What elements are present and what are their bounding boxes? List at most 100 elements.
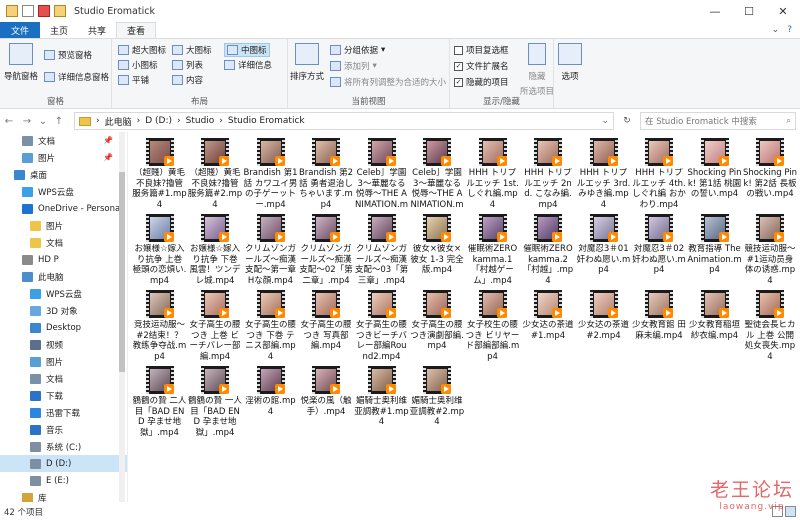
file-item[interactable]: 女子高生の腰つき 下巻 テニス部編.mp4 xyxy=(243,286,298,362)
file-item[interactable]: 少女达の茶道#1.mp4 xyxy=(521,286,576,361)
file-item[interactable]: HHH トリプルエッチ 2nd. こなみ編.mp4 xyxy=(521,134,576,210)
group-by-button[interactable]: 分组依据 ▾ xyxy=(330,44,385,56)
checkbox-checked[interactable]: ✓ xyxy=(454,61,463,71)
file-item[interactable]: HHH トリプルエッチ 4th. しぐれ編 おかわり.mp4 xyxy=(632,134,687,210)
nav-item[interactable]: 3D 对象 xyxy=(0,302,127,319)
address-dropdown-icon[interactable]: ⌄ xyxy=(601,116,609,126)
file-item[interactable]: 少女教育稲垣紗衣编.mp4 xyxy=(687,286,742,361)
file-item[interactable]: 鶴鶴の贄 二人目「BAD END 孕ませ地獄」.mp4 xyxy=(132,362,187,438)
nav-item[interactable]: 桌面 xyxy=(0,166,127,183)
nav-item[interactable]: WPS云盘 xyxy=(0,183,127,200)
nav-item[interactable]: 文档 xyxy=(0,370,127,387)
fit-columns-button[interactable]: 将所有列调整为合适的大小 xyxy=(330,76,446,88)
search-box[interactable]: 在 Studio Eromatick 中搜索 ⌕ xyxy=(640,112,796,130)
file-item[interactable]: 女子高生の腰つき 写真部編.mp4 xyxy=(299,286,354,361)
details-pane-button[interactable]: 详细信息窗格 xyxy=(44,71,109,83)
file-item[interactable]: お嬢様☆嫁入り抗争 上巻 極頭の恋煩い.mp4 xyxy=(132,210,187,286)
nav-item[interactable]: OneDrive - Personal xyxy=(0,200,127,217)
file-item[interactable]: Shocking Pink! 第1話 桃園の誓い.mp4 xyxy=(687,134,742,209)
nav-item[interactable]: Desktop xyxy=(0,319,127,336)
file-extensions-toggle[interactable]: ✓ 文件扩展名 xyxy=(454,60,509,72)
nav-item[interactable]: HD P xyxy=(0,251,127,268)
nav-item[interactable]: WPS云盘 xyxy=(0,285,127,302)
undo-icon[interactable] xyxy=(38,5,50,17)
nav-scrollbar[interactable] xyxy=(119,132,125,502)
file-item[interactable]: （超賤）黄毛不良妹?擼管服务篇#1.mp4 xyxy=(132,134,187,210)
item-checkboxes-toggle[interactable]: 项目复选框 xyxy=(454,44,509,56)
nav-item[interactable]: D (D:) xyxy=(0,455,127,472)
small-icons-option[interactable]: 小图标 xyxy=(118,59,158,71)
file-item[interactable]: 女子校生の腰つき ビリヤード部編部編.mp4 xyxy=(465,286,520,362)
breadcrumb-d-drive[interactable]: D (D:) xyxy=(145,116,172,126)
nav-item[interactable]: 音乐 xyxy=(0,421,127,438)
file-item[interactable]: Brandish 第1話 カワユイ男の子ゲーットー.mp4 xyxy=(243,134,298,210)
file-item[interactable]: Shocking Pink! 第2話 長板の戦い.mp4 xyxy=(743,134,798,209)
breadcrumb-current[interactable]: Studio Eromatick xyxy=(228,116,305,126)
options-button[interactable]: 选项 xyxy=(558,43,582,82)
new-folder-icon[interactable] xyxy=(54,5,66,17)
file-item[interactable]: 教育指導 The Animation.mp4 xyxy=(687,210,742,285)
address-bar[interactable]: › 此电脑 › D (D:) › Studio › Studio Eromati… xyxy=(74,112,614,130)
back-arrow-icon[interactable]: ← xyxy=(0,116,18,127)
tab-file[interactable]: 文件 xyxy=(0,22,40,38)
file-item[interactable]: 媚騎士奥利维亚調教#1.mp4 xyxy=(354,362,409,437)
file-item[interactable]: Celeb］学園3～華麗なる悦辱～THE ANIMATION.mp4 xyxy=(410,134,465,210)
file-item[interactable]: 少女教育館 田麻未编.mp4 xyxy=(632,286,687,361)
nav-item[interactable]: 库 xyxy=(0,489,127,502)
nav-item[interactable]: 迅雷下载 xyxy=(0,404,127,421)
close-button[interactable]: ✕ xyxy=(766,0,800,22)
file-item[interactable]: 催眠術ZERO kamma.2「村越」.mp4 xyxy=(521,210,576,286)
sort-by-button[interactable]: 排序方式 xyxy=(290,43,324,82)
nav-item[interactable]: 图片 xyxy=(0,217,127,234)
file-item[interactable]: クリムゾンガールズ～痴漢支配～02「第二章」.mp4 xyxy=(299,210,354,286)
preview-pane-button[interactable]: 预览窗格 xyxy=(44,49,92,61)
forward-arrow-icon[interactable]: → xyxy=(18,116,36,127)
tab-share[interactable]: 共享 xyxy=(78,22,116,38)
file-item[interactable]: 媚騎士奥利维亚調教#2.mp4 xyxy=(410,362,465,437)
file-item[interactable]: 女子高生の腰つき 上巻 ビーチバレー部編.mp4 xyxy=(188,286,243,362)
nav-item[interactable]: 下载 xyxy=(0,387,127,404)
file-item[interactable]: 競技运动服～#1运动员身体の诱惑.mp4 xyxy=(743,210,798,286)
file-item[interactable]: 鶴鶴の贄 一人目「BAD END 孕ませ地獄」.mp4 xyxy=(188,362,243,438)
checkbox-checked[interactable]: ✓ xyxy=(454,77,463,87)
file-item[interactable]: お嬢様☆嫁入り抗争 下巻 風雲！ツンデレ城.mp4 xyxy=(188,210,243,286)
file-item[interactable]: 聖徒会長ヒカル 上巻 公開処女喪失.mp4 xyxy=(743,286,798,362)
file-item[interactable]: HHH トリプルエッチ 1st. しぐれ編.mp4 xyxy=(465,134,520,210)
checkbox-unchecked[interactable] xyxy=(454,45,463,55)
xl-icons-option[interactable]: 超大图标 xyxy=(118,44,166,56)
search-input[interactable]: 在 Studio Eromatick 中搜索 xyxy=(645,115,757,127)
breadcrumb-studio[interactable]: Studio xyxy=(186,116,215,126)
maximize-button[interactable]: ☐ xyxy=(732,0,766,22)
refresh-icon[interactable]: ↻ xyxy=(618,112,636,130)
nav-item[interactable]: E (E:) xyxy=(0,472,127,489)
breadcrumb-this-pc[interactable]: 此电脑 xyxy=(105,115,132,128)
file-item[interactable]: HHH トリプルエッチ 3rd. みゆき編.mp4 xyxy=(576,134,631,210)
properties-icon[interactable] xyxy=(22,5,34,17)
file-item[interactable]: 彼女×彼女×彼女 1-3 完全版.mp4 xyxy=(410,210,465,285)
file-item[interactable]: Brandish 第2話 勇者退治しちゃいます.mp4 xyxy=(299,134,354,210)
file-item[interactable]: 対魔忍3＃02奸わぬ愿い.mp4 xyxy=(632,210,687,285)
file-item[interactable]: 悦楽の風（触手）.mp4 xyxy=(299,362,354,437)
nav-pane-button[interactable]: 导航窗格 xyxy=(4,43,38,82)
file-item[interactable]: Celeb］学園3～華麗なる悦辱～THE ANIMATION.mp4 xyxy=(354,134,409,210)
collapse-ribbon-icon[interactable]: ⌄ xyxy=(772,25,780,35)
hide-selected-button[interactable]: 隐藏 所选项目 xyxy=(520,43,554,97)
details-option[interactable]: 详细信息 xyxy=(224,59,272,71)
tab-home[interactable]: 主页 xyxy=(40,22,78,38)
nav-item[interactable]: 视频 xyxy=(0,336,127,353)
nav-item[interactable]: 此电脑 xyxy=(0,268,127,285)
recent-locations-icon[interactable]: ⌄ xyxy=(36,116,50,127)
file-item[interactable]: クリムゾンガールズ～痴漢支配～第一章 Hな顔.mp4 xyxy=(243,210,298,286)
help-icon[interactable]: ? xyxy=(787,25,792,35)
file-item[interactable]: 少女达の茶道#2.mp4 xyxy=(576,286,631,361)
file-item[interactable]: 対魔忍3＃01奸わぬ愿い.mp4 xyxy=(576,210,631,285)
file-item[interactable]: 女子高生の腰つきビーチバレー部編Round2.mp4 xyxy=(354,286,409,362)
file-item[interactable]: クリムゾンガールズ～痴漢支配～03「第三章」.mp4 xyxy=(354,210,409,286)
nav-item[interactable]: 文档 📌 xyxy=(0,132,127,149)
file-item[interactable]: 催眠術ZERO kamma.1「村越ゲーム」.mp4 xyxy=(465,210,520,286)
up-arrow-icon[interactable]: ↑ xyxy=(50,116,68,127)
nav-item[interactable]: 系统 (C:) xyxy=(0,438,127,455)
add-columns-button[interactable]: 添加列 ▾ xyxy=(330,60,377,72)
file-item[interactable]: 淫術の館.mp4 xyxy=(243,362,298,437)
nav-item[interactable]: 图片 xyxy=(0,353,127,370)
